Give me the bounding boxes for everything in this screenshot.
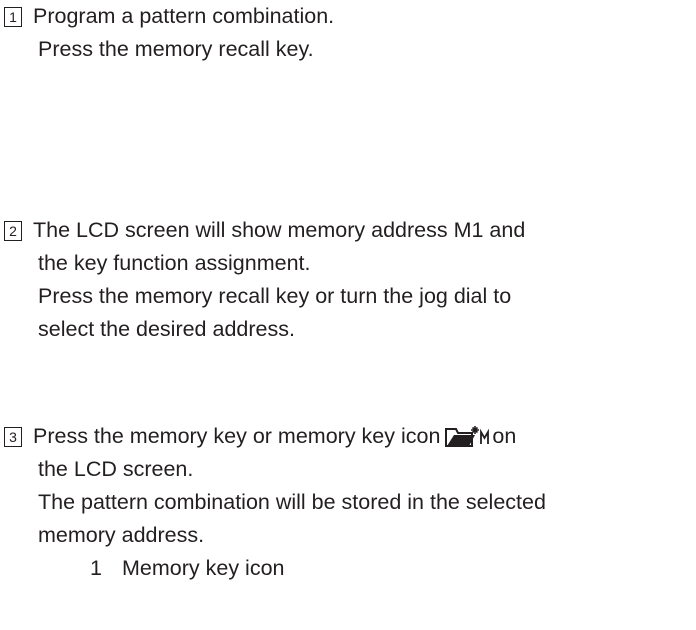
step-2-line-1: 2 The LCD screen will show memory address… bbox=[0, 214, 690, 247]
step-number-box: 1 bbox=[4, 7, 22, 27]
step-2: 2 The LCD screen will show memory address… bbox=[0, 214, 690, 346]
step-1-line-2: Press the memory recall key. bbox=[38, 37, 314, 61]
step-2-line-4: select the desired address. bbox=[38, 317, 295, 341]
step-3-line-4: memory address. bbox=[38, 523, 205, 547]
step-number-box: 3 bbox=[4, 427, 22, 447]
callout-number: 1 bbox=[90, 556, 102, 580]
callout-legend: 1 Memory key icon bbox=[0, 552, 690, 585]
memory-key-icon bbox=[445, 426, 490, 447]
step-3: 3 Press the memory key or memory key icon… bbox=[0, 420, 690, 585]
step-1: 1 Program a pattern combination. Press th… bbox=[0, 0, 690, 66]
step-text: Program a pattern combination. bbox=[33, 4, 335, 28]
step-text: Press the memory key or memory key icon bbox=[33, 424, 441, 448]
step-2-line-2: the key function assignment. bbox=[38, 251, 311, 275]
step-3-line-2: the LCD screen. bbox=[38, 457, 194, 481]
step-2-line-3: Press the memory recall key or turn the … bbox=[38, 284, 512, 308]
step-number-box: 2 bbox=[4, 221, 22, 241]
step-3-line-1: 3 Press the memory key or memory key icon… bbox=[0, 420, 690, 453]
step-text: The LCD screen will show memory address … bbox=[33, 218, 526, 242]
step-3-line-3: The pattern combination will be stored i… bbox=[38, 490, 546, 514]
step-1-line-1: 1 Program a pattern combination. bbox=[0, 0, 690, 33]
step-text-after-icon: on bbox=[492, 424, 517, 448]
callout-label: Memory key icon bbox=[122, 556, 285, 580]
